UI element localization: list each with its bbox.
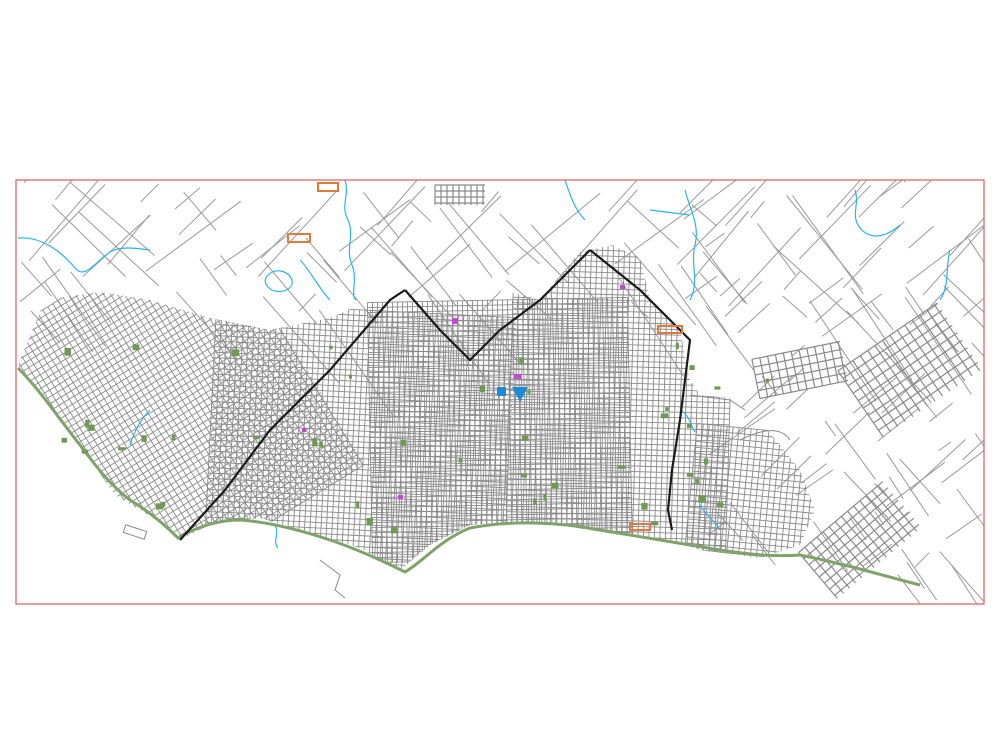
orange-marker-1 (317, 182, 339, 192)
magenta-marker-2 (514, 374, 521, 379)
magenta-marker-5 (620, 285, 625, 289)
urban-street-grid (18, 245, 815, 570)
blue-square-marker (497, 387, 506, 396)
city-street-map (15, 179, 985, 605)
magenta-marker-1 (452, 318, 458, 324)
lake-shape (264, 270, 293, 293)
magenta-marker-4 (302, 428, 306, 432)
magenta-marker-3 (398, 495, 403, 499)
